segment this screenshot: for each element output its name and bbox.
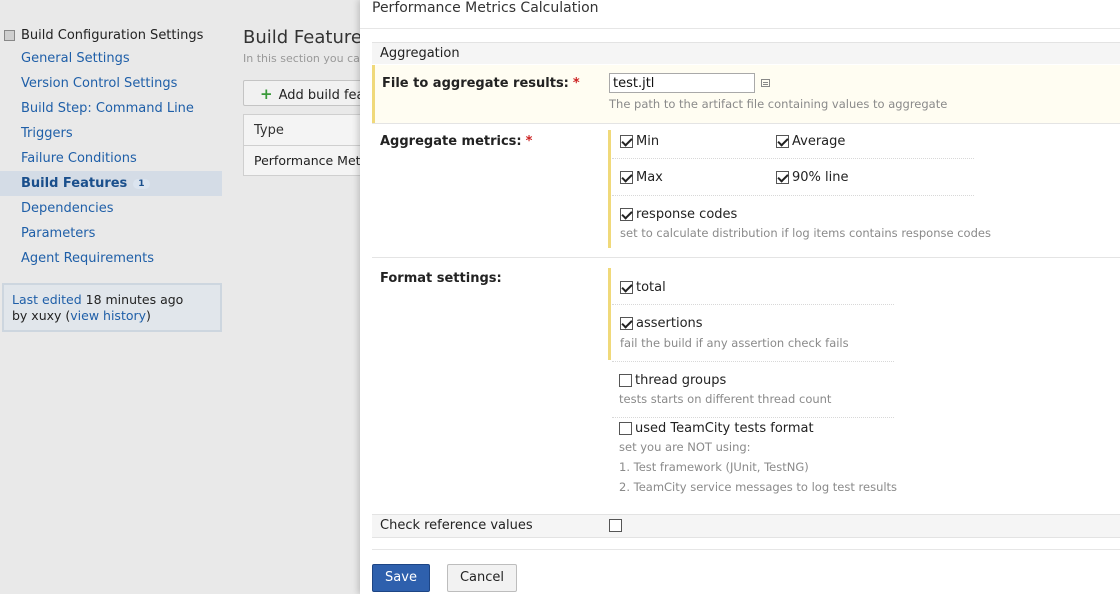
max-label: Max xyxy=(636,170,663,185)
divider xyxy=(612,417,894,418)
list-icon[interactable] xyxy=(761,79,770,87)
response-codes-hint: set to calculate distribution if log ite… xyxy=(620,226,991,240)
file-label: File to aggregate results: * xyxy=(382,76,580,91)
sidebar-header-label: Build Configuration Settings xyxy=(21,27,204,43)
average-checkbox[interactable] xyxy=(776,135,789,148)
last-edited-link[interactable]: Last edited xyxy=(12,292,82,307)
teamcity-format-hint: 2. TeamCity service messages to log test… xyxy=(619,480,898,494)
build-features-count-badge: 1 xyxy=(133,179,150,189)
total-checkbox[interactable] xyxy=(620,281,633,294)
last-edited-time: 18 minutes ago xyxy=(85,292,184,307)
dialog-title: Performance Metrics Calculation xyxy=(372,0,599,16)
cancel-button[interactable]: Cancel xyxy=(447,564,517,592)
last-edited-box: Last edited 18 minutes ago by xuxy (view… xyxy=(2,283,222,332)
thread-groups-label: thread groups xyxy=(635,373,727,388)
line90-checkbox[interactable] xyxy=(776,171,789,184)
thread-groups-checkbox[interactable] xyxy=(619,374,632,387)
performance-metrics-dialog: Performance Metrics Calculation Aggregat… xyxy=(360,0,1120,594)
sidebar-item-failure-conditions[interactable]: Failure Conditions xyxy=(0,146,224,171)
divider xyxy=(612,158,974,159)
section-aggregation: Aggregation xyxy=(372,42,1120,64)
teamcity-format-hint: set you are NOT using: xyxy=(619,440,751,454)
page-subtitle: In this section you can xyxy=(243,52,367,65)
divider xyxy=(612,304,894,305)
last-edited-by: by xuxy ( xyxy=(12,308,71,323)
check-reference-checkbox[interactable] xyxy=(609,519,622,532)
sidebar-item-build-step[interactable]: Build Step: Command Line xyxy=(0,96,224,121)
plus-icon: + xyxy=(260,85,273,103)
metrics-highlight-bar xyxy=(608,130,611,248)
divider xyxy=(612,361,894,362)
divider xyxy=(372,123,1120,124)
required-marker: * xyxy=(572,76,580,91)
assertions-hint: fail the build if any assertion check fa… xyxy=(620,336,849,350)
sidebar-item-general-settings[interactable]: General Settings xyxy=(0,46,224,71)
required-marker: * xyxy=(525,134,533,149)
teamcity-format-checkbox[interactable] xyxy=(619,422,632,435)
config-box-icon xyxy=(4,29,15,41)
sidebar-header: Build Configuration Settings xyxy=(0,24,224,46)
sidebar-item-dependencies[interactable]: Dependencies xyxy=(0,196,224,221)
file-input[interactable] xyxy=(609,73,755,93)
footer-divider xyxy=(372,549,1120,550)
metrics-label: Aggregate metrics: * xyxy=(380,134,533,149)
sidebar-item-agent-requirements[interactable]: Agent Requirements xyxy=(0,246,224,271)
response-codes-checkbox[interactable] xyxy=(620,208,633,221)
sidebar-item-triggers[interactable]: Triggers xyxy=(0,121,224,146)
format-highlight-bar xyxy=(608,268,611,360)
title-divider xyxy=(360,28,1120,29)
assertions-label: assertions xyxy=(636,316,703,331)
thread-groups-hint: tests starts on different thread count xyxy=(619,392,832,406)
min-label: Min xyxy=(636,134,660,149)
min-checkbox[interactable] xyxy=(620,135,633,148)
teamcity-format-label: used TeamCity tests format xyxy=(635,421,814,436)
sidebar-item-build-features[interactable]: Build Features 1 xyxy=(0,171,222,196)
sidebar-item-version-control-settings[interactable]: Version Control Settings xyxy=(0,71,224,96)
check-reference-label: Check reference values xyxy=(380,518,533,533)
total-label: total xyxy=(636,280,666,295)
sidebar-item-parameters[interactable]: Parameters xyxy=(0,221,224,246)
assertions-checkbox[interactable] xyxy=(620,317,633,330)
max-checkbox[interactable] xyxy=(620,171,633,184)
response-codes-label: response codes xyxy=(636,207,738,222)
divider xyxy=(612,195,974,196)
divider xyxy=(372,257,1120,258)
settings-sidebar: Build Configuration Settings General Set… xyxy=(0,24,224,271)
line90-label: 90% line xyxy=(792,170,849,185)
page-title: Build Features xyxy=(243,27,372,48)
average-label: Average xyxy=(792,134,846,149)
view-history-link[interactable]: view history xyxy=(70,308,146,323)
teamcity-format-hint: 1. Test framework (JUnit, TestNG) xyxy=(619,460,809,474)
save-button[interactable]: Save xyxy=(372,564,430,592)
format-label: Format settings: xyxy=(380,271,502,286)
last-edited-suffix: ) xyxy=(146,308,151,323)
file-hint: The path to the artifact file containing… xyxy=(609,97,948,111)
